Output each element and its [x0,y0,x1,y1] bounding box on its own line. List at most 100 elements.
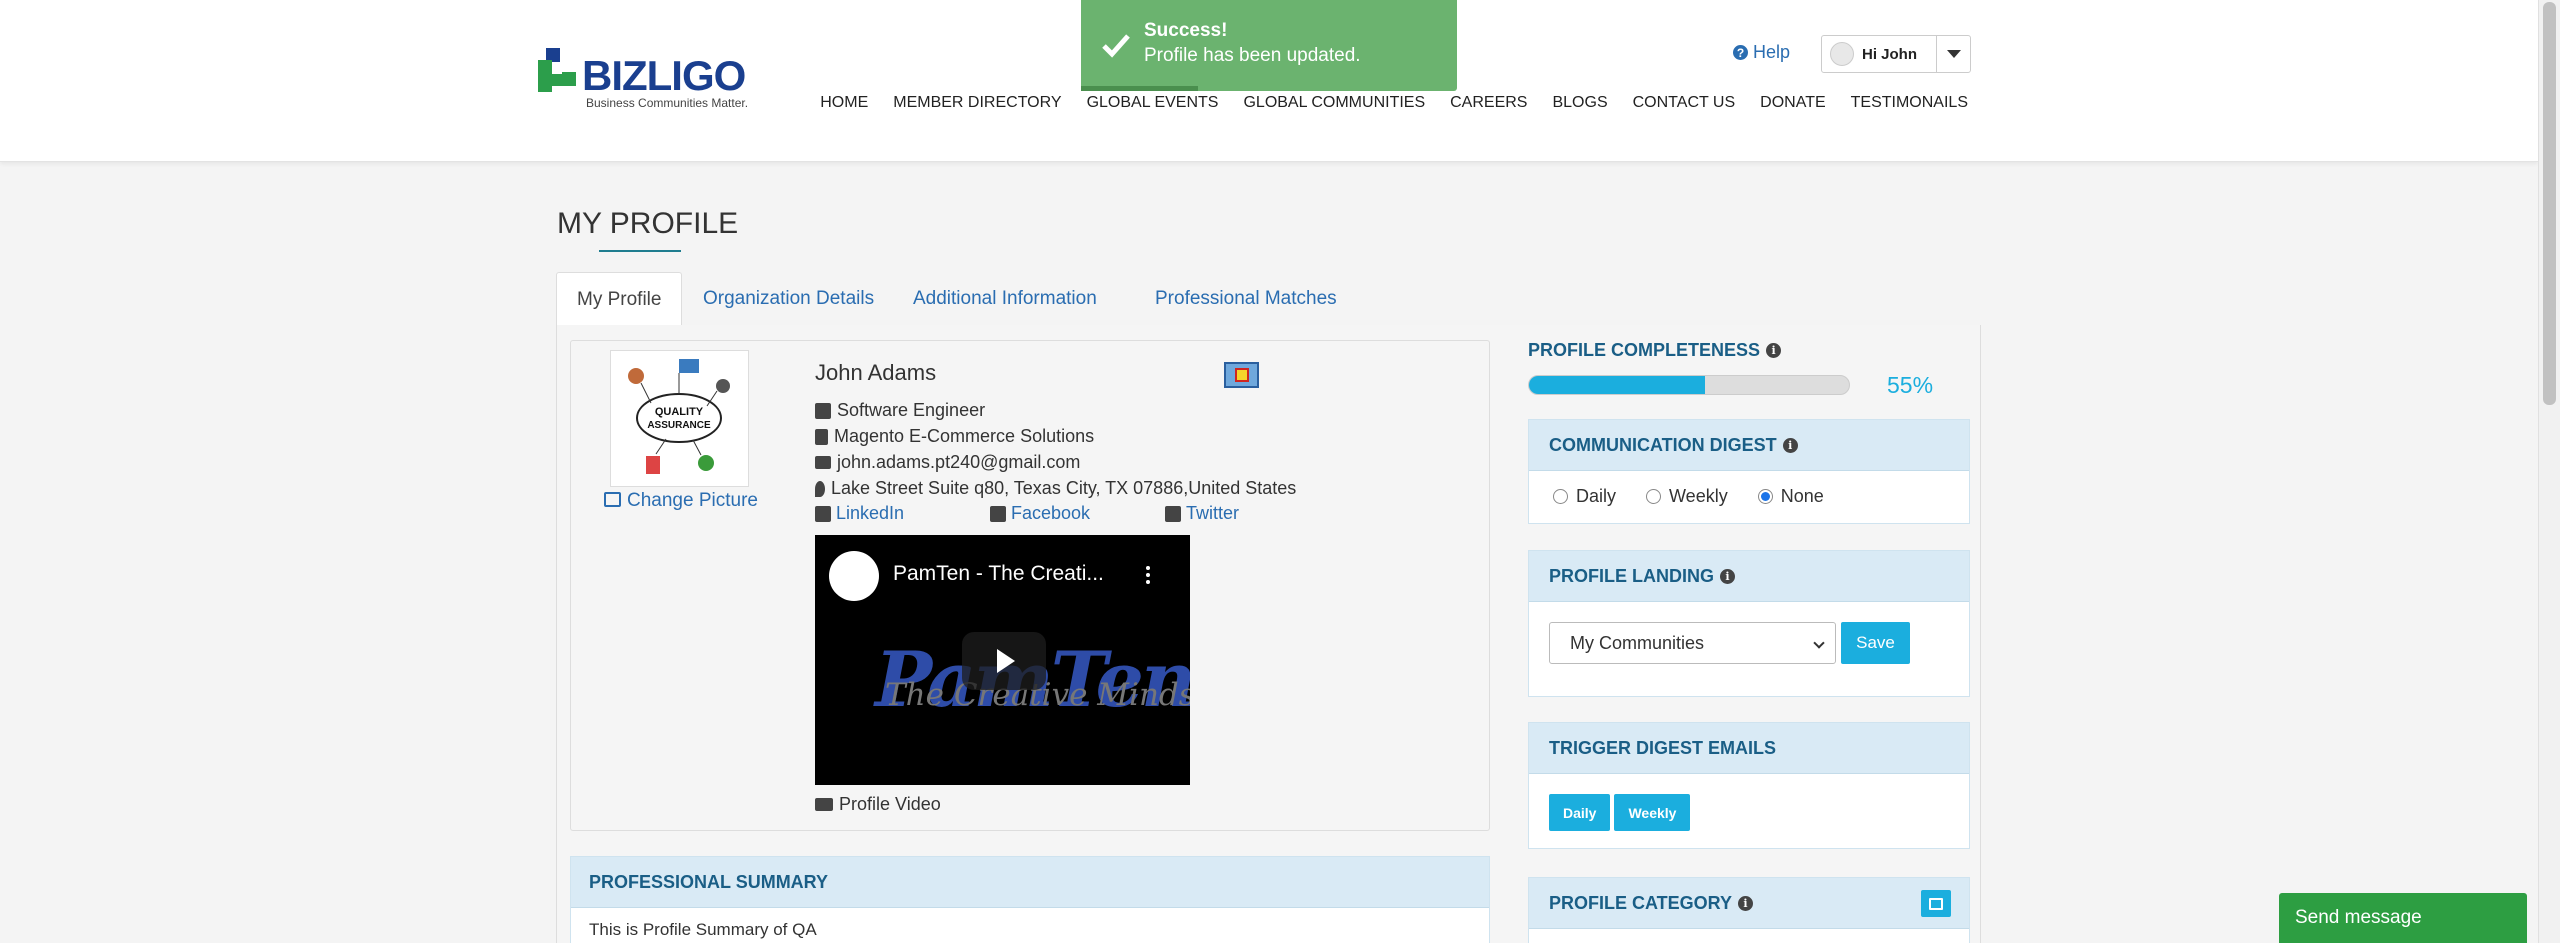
toast-timer-bar [1081,86,1198,91]
send-message-button[interactable]: Send message [2279,893,2527,943]
digest-option-daily[interactable]: Daily [1553,486,1616,507]
facebook-icon [990,505,1006,522]
caret-down-icon [1946,50,1961,58]
more-options-icon[interactable] [1146,565,1150,585]
checkmark-icon [1102,34,1130,58]
success-toast[interactable]: Success! Profile has been updated. [1081,0,1457,91]
change-picture-label: Change Picture [627,490,758,511]
toast-message: Profile has been updated. [1144,45,1361,66]
profile-video-label: Profile Video [839,794,941,814]
nav-home[interactable]: HOME [820,94,868,112]
toast-title: Success! [1144,20,1228,41]
twitter-link[interactable]: Twitter [1165,503,1239,524]
tab-organization-details[interactable]: Organization Details [683,272,894,326]
main-nav: HOME MEMBER DIRECTORY GLOBAL EVENTS GLOB… [820,94,1968,112]
nav-global-communities[interactable]: GLOBAL COMMUNITIES [1243,94,1425,112]
profile-category-heading: PROFILE CATEGORY i [1529,878,1969,929]
profile-category-box: PROFILE CATEGORY i [1528,877,1970,943]
profile-picture: QUALITY ASSURANCE [610,350,749,487]
building-icon [815,428,828,445]
nav-donate[interactable]: DONATE [1760,94,1825,112]
info-icon[interactable]: i [1782,437,1798,453]
channel-avatar[interactable] [829,551,879,601]
avatar [1830,42,1854,66]
nav-careers[interactable]: CAREERS [1450,94,1527,112]
svg-text:ASSURANCE: ASSURANCE [647,420,711,431]
help-icon: ? [1733,45,1748,60]
title-underline [599,250,681,252]
digest-option-weekly[interactable]: Weekly [1646,486,1728,507]
profile-landing-heading: PROFILE LANDING i [1529,551,1969,602]
play-icon [997,649,1015,673]
email-row: john.adams.pt240@gmail.com [815,452,1080,473]
profile-completeness-label: PROFILE COMPLETENESS i [1528,340,1782,361]
page-scrollbar[interactable] [2538,0,2560,943]
digest-option-none[interactable]: None [1757,485,1824,507]
communication-digest-box: COMMUNICATION DIGEST i Daily Weekly None [1528,419,1970,524]
profile-landing-select[interactable]: My Communities [1549,622,1836,664]
linkedin-link[interactable]: LinkedIn [815,503,904,524]
progress-fill [1529,376,1705,394]
trigger-weekly-button[interactable]: Weekly [1614,794,1691,831]
linkedin-icon [815,505,831,522]
profile-completeness-heading: PROFILE COMPLETENESS [1528,340,1761,360]
profile-landing-title: PROFILE LANDING [1549,565,1714,586]
help-link[interactable]: ? Help [1733,42,1790,63]
video-camera-icon [815,798,833,811]
info-icon[interactable]: i [1766,343,1782,358]
radio-daily[interactable] [1553,488,1568,504]
twitter-label: Twitter [1186,503,1240,523]
edit-icon [1929,897,1943,910]
nav-testimonials[interactable]: TESTIMONAILS [1851,94,1968,112]
trigger-buttons: Daily Weekly [1529,774,1969,831]
digest-daily-label: Daily [1576,485,1617,506]
envelope-icon [815,456,831,469]
profile-category-title: PROFILE CATEGORY [1549,892,1733,913]
edit-category-button[interactable] [1921,890,1951,917]
nav-member-directory[interactable]: MEMBER DIRECTORY [893,94,1061,112]
summary-text: This is Profile Summary of QA [571,908,1489,943]
page-title: MY PROFILE [557,207,739,240]
info-icon[interactable]: i [1738,895,1754,911]
play-button[interactable] [962,632,1046,690]
professional-summary: PROFESSIONAL SUMMARY This is Profile Sum… [570,856,1490,943]
address: Lake Street Suite q80, Texas City, TX 07… [831,478,1297,498]
edit-icon [604,492,621,507]
digest-options: Daily Weekly None [1529,471,1969,521]
trigger-digest-box: TRIGGER DIGEST EMAILS Daily Weekly [1528,722,1970,849]
svg-text:QUALITY: QUALITY [655,406,704,418]
profile-landing-selected: My Communities [1570,632,1705,653]
profile-name: John Adams [815,360,937,385]
radio-weekly[interactable] [1646,488,1662,504]
facebook-link[interactable]: Facebook [990,503,1090,524]
communication-digest-heading: COMMUNICATION DIGEST i [1529,420,1969,471]
chevron-down-icon [1813,637,1825,649]
facebook-label: Facebook [1011,503,1091,523]
user-menu-toggle[interactable] [1936,36,1970,72]
save-button[interactable]: Save [1841,622,1910,664]
job-title-row: Software Engineer [815,400,985,421]
video-title[interactable]: PamTen - The Creati... [893,562,1104,586]
logo-mark-icon [538,48,576,92]
radio-none[interactable] [1757,488,1773,504]
company-name: Magento E-Commerce Solutions [834,426,1095,446]
brand-tagline: Business Communities Matter. [586,96,749,110]
flag-icon [1224,362,1259,388]
map-marker-icon [815,480,825,497]
change-picture-link[interactable]: Change Picture [604,490,758,512]
tab-professional-matches[interactable]: Professional Matches [1135,272,1357,326]
briefcase-icon [815,402,831,419]
nav-global-events[interactable]: GLOBAL EVENTS [1087,94,1219,112]
tab-my-profile[interactable]: My Profile [556,272,683,327]
trigger-daily-button[interactable]: Daily [1549,794,1611,831]
nav-blogs[interactable]: BLOGS [1552,94,1607,112]
digest-none-label: None [1780,485,1824,506]
info-icon[interactable]: i [1720,568,1735,584]
summary-heading: PROFESSIONAL SUMMARY [571,857,1489,908]
brand-name: BIZLIGO [582,52,746,99]
nav-contact-us[interactable]: CONTACT US [1633,94,1736,112]
profile-video[interactable]: PamTen - The Creati... PamTen The Creati… [815,535,1190,785]
user-menu-button[interactable]: Hi John [1821,35,1971,73]
tab-additional-information[interactable]: Additional Information [893,272,1117,326]
scrollbar-thumb[interactable] [2543,2,2556,405]
